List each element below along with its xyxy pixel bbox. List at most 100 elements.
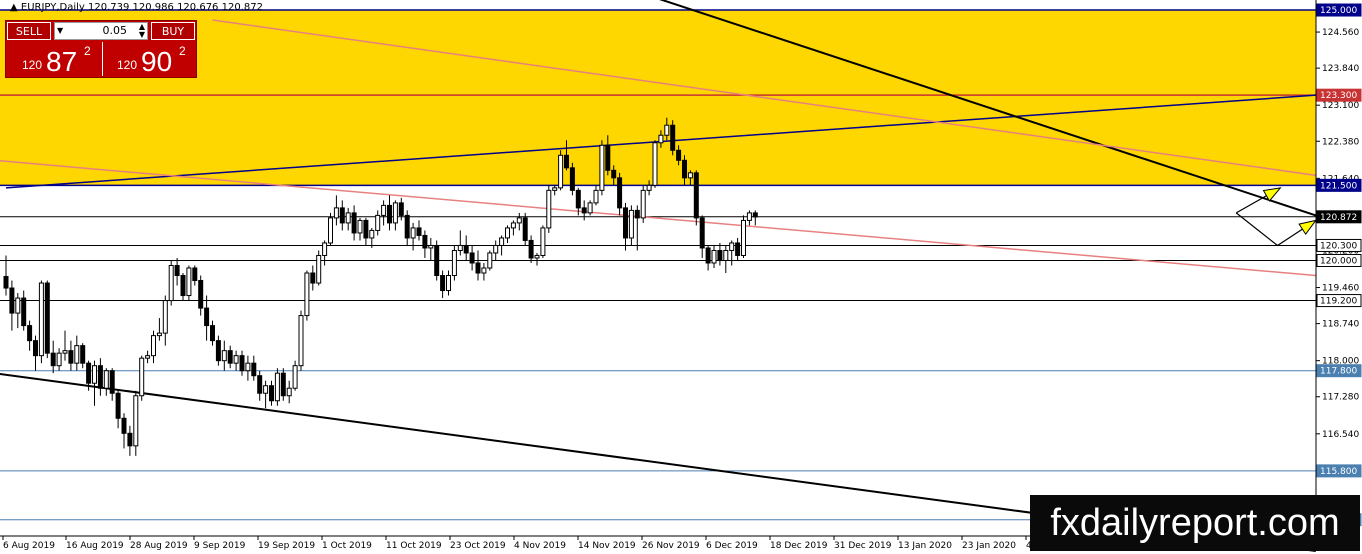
x-tick-label: 23 Oct 2019 <box>450 541 506 551</box>
candle-body <box>121 417 127 434</box>
candle-body <box>682 159 687 179</box>
candle-body <box>404 214 410 239</box>
candle-body <box>363 219 369 239</box>
price-label-text: 120.000 <box>1320 256 1357 266</box>
candle-body <box>687 172 693 179</box>
candle-body <box>80 345 86 364</box>
candle-body <box>339 207 345 224</box>
candle-body <box>634 209 640 219</box>
x-tick-label: 14 Nov 2019 <box>578 541 636 551</box>
candle-body <box>699 217 705 249</box>
y-tick-label: 122.380 <box>1322 137 1359 147</box>
candle-body <box>210 325 215 342</box>
candle-body <box>410 227 416 239</box>
candle-body <box>752 212 758 218</box>
sell-quote[interactable]: 120 87 2 <box>8 42 101 77</box>
candle-body <box>292 365 298 389</box>
price-label-text: 121.500 <box>1320 181 1357 191</box>
candle-body <box>257 375 263 394</box>
price-label-text: 125.000 <box>1320 6 1357 16</box>
candle-body <box>204 307 210 327</box>
buy-quote-prefix: 120 <box>117 58 138 72</box>
y-tick-label: 123.100 <box>1322 101 1359 111</box>
buy-button[interactable]: BUY <box>151 22 195 40</box>
candle-body <box>451 249 457 277</box>
candle-body <box>127 432 133 447</box>
candle-body <box>528 239 534 259</box>
candle-body <box>192 267 198 282</box>
candle-body <box>481 267 487 274</box>
candle-body <box>280 372 286 397</box>
candle-body <box>475 262 481 274</box>
price-label-text: 120.300 <box>1320 241 1357 251</box>
candle-body <box>3 276 9 289</box>
candle-body <box>162 300 168 334</box>
buy-quote[interactable]: 120 90 2 <box>102 42 196 77</box>
candle-body <box>741 219 746 256</box>
candle-body <box>516 217 522 224</box>
x-tick-label: 28 Aug 2019 <box>130 541 188 551</box>
candle-body <box>746 212 752 221</box>
x-tick-label: 18 Dec 2019 <box>770 541 828 551</box>
candle-body <box>522 217 528 241</box>
sell-button[interactable]: SELL <box>7 22 51 40</box>
candle-body <box>469 252 475 264</box>
candle-body <box>693 172 699 219</box>
candle-body <box>333 207 339 219</box>
candle-body <box>215 340 221 362</box>
lot-spinner-icon[interactable]: ▲ ▼ <box>139 23 145 39</box>
y-tick-label: 124.560 <box>1322 28 1359 38</box>
x-tick-label: 6 Dec 2019 <box>706 541 758 551</box>
candle-body <box>499 237 505 246</box>
candle-body <box>92 365 97 384</box>
resistance-zone <box>0 10 1316 186</box>
candle-body <box>156 332 162 337</box>
candle-body <box>168 264 174 302</box>
candle-body <box>463 244 469 254</box>
candle-body <box>328 217 333 244</box>
candle-body <box>670 124 676 151</box>
candle-body <box>269 385 274 402</box>
price-label-text: 119.200 <box>1320 297 1357 307</box>
candle-body <box>428 244 434 249</box>
y-tick-label: 117.280 <box>1322 393 1359 403</box>
candle-body <box>133 395 139 447</box>
candle-body <box>729 242 735 251</box>
candle-body <box>546 189 552 229</box>
candle-body <box>398 202 404 216</box>
price-label-text: 117.800 <box>1320 367 1357 377</box>
symbol-header: ▲ EURJPY,Daily 120.739 120.986 120.676 1… <box>10 2 263 13</box>
candle-body <box>103 370 109 389</box>
candle-body <box>15 297 21 314</box>
lot-dropdown-icon[interactable]: ▼ <box>57 23 63 39</box>
time-axis: 6 Aug 2019 16 Aug 2019 28 Aug 2019 9 Sep 20… <box>2 536 1032 551</box>
candle-body <box>416 227 422 236</box>
candle-body <box>735 242 741 256</box>
candle-body <box>505 227 510 239</box>
candle-body <box>569 167 575 191</box>
price-chart[interactable]: 125.000124.560123.840123.100122.380121.6… <box>0 0 1362 554</box>
candle-body <box>33 340 38 357</box>
candle-body <box>21 297 27 327</box>
x-tick-label: 4 Nov 2019 <box>514 541 566 551</box>
candle-body <box>186 267 192 297</box>
sell-quote-prefix: 120 <box>22 58 43 72</box>
candle-body <box>180 275 186 297</box>
sell-quote-big: 87 <box>46 46 78 77</box>
y-tick-label: 118.740 <box>1322 320 1359 330</box>
candle-body <box>44 282 50 354</box>
price-label-text: 115.800 <box>1320 467 1357 477</box>
buy-quote-big: 90 <box>141 46 173 77</box>
x-tick-label: 31 Dec 2019 <box>834 541 892 551</box>
candle-body <box>145 355 151 359</box>
lot-size-input[interactable]: ▼ 0.05 ▲ ▼ <box>54 22 148 40</box>
sell-quote-sup: 2 <box>84 44 91 58</box>
candle-body <box>174 264 180 277</box>
candle-body <box>599 144 605 191</box>
candle-body <box>446 275 451 292</box>
candle-body <box>304 272 310 317</box>
candle-body <box>369 229 375 239</box>
candle-body <box>623 207 628 239</box>
candle-body <box>375 214 381 231</box>
x-tick-label: 19 Sep 2019 <box>258 541 315 551</box>
